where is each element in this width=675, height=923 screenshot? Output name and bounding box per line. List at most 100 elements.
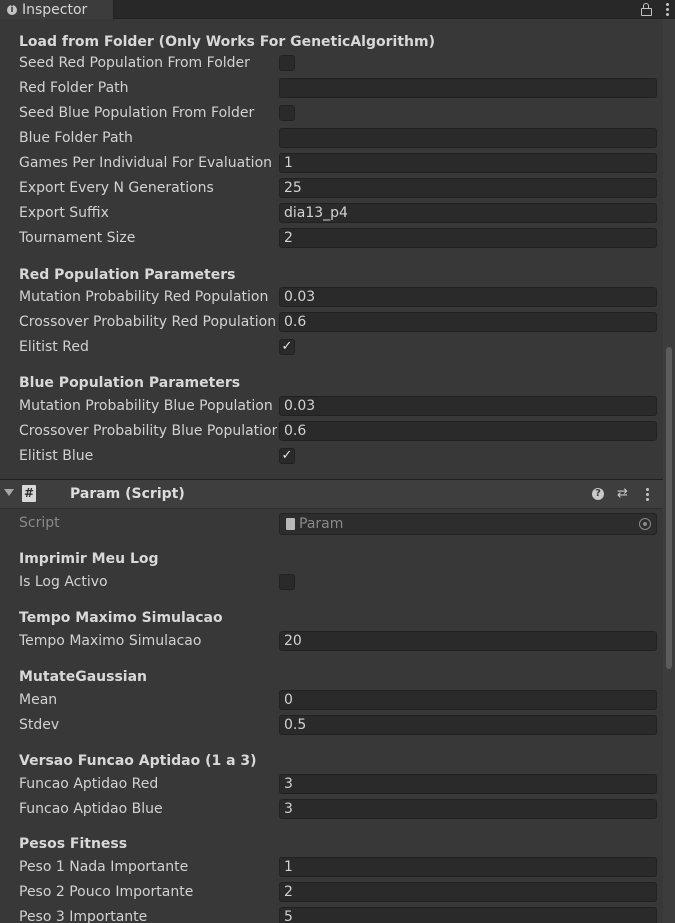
section-header-pesos: Pesos Fitness	[19, 836, 128, 852]
row-mean: Mean 0	[0, 689, 663, 711]
row-mutation-red: Mutation Probability Red Population 0.03	[0, 286, 663, 308]
aptidao-blue-label: Funcao Aptidao Blue	[19, 801, 163, 817]
peso-3-label: Peso 3 Importante	[19, 909, 148, 923]
games-per-individual-field[interactable]: 1	[279, 153, 657, 173]
row-seed-red: Seed Red Population From Folder	[0, 52, 663, 74]
section-header-mutate-gaussian: MutateGaussian	[19, 669, 148, 685]
mean-field[interactable]: 0	[279, 690, 657, 710]
kebab-menu-icon[interactable]	[666, 2, 669, 16]
peso-2-label: Peso 2 Pouco Importante	[19, 884, 194, 900]
mutation-red-field[interactable]: 0.03	[279, 287, 657, 307]
component-header-param[interactable]: # Param (Script) ? ⇄	[0, 479, 663, 509]
section-header-tempo: Tempo Maximo Simulacao	[19, 610, 223, 626]
object-picker-icon[interactable]	[639, 518, 651, 530]
aptidao-red-label: Funcao Aptidao Red	[19, 776, 159, 792]
section-header-log: Imprimir Meu Log	[19, 551, 159, 567]
component-menu-icon[interactable]	[646, 488, 649, 501]
section-header-versao: Versao Funcao Aptidao (1 a 3)	[19, 753, 257, 769]
peso-1-field[interactable]: 1	[279, 857, 657, 877]
games-per-individual-label: Games Per Individual For Evaluation	[19, 155, 273, 171]
script-label: Script	[19, 515, 60, 531]
row-stdev: Stdev 0.5	[0, 714, 663, 736]
tab-inspector[interactable]: i Inspector	[0, 0, 114, 19]
crossover-blue-field[interactable]: 0.6	[279, 421, 657, 441]
mutation-red-label: Mutation Probability Red Population	[19, 289, 269, 305]
info-icon: i	[7, 4, 17, 15]
mutation-blue-label: Mutation Probability Blue Population	[19, 398, 273, 414]
row-aptidao-red: Funcao Aptidao Red 3	[0, 773, 663, 795]
tournament-size-field[interactable]: 2	[279, 228, 657, 248]
red-folder-path-field[interactable]	[279, 78, 657, 98]
stdev-field[interactable]: 0.5	[279, 715, 657, 735]
tempo-field[interactable]: 20	[279, 631, 657, 651]
elitist-blue-checkbox[interactable]: ✓	[279, 448, 295, 464]
aptidao-red-field[interactable]: 3	[279, 774, 657, 794]
row-tournament-size: Tournament Size 2	[0, 227, 663, 249]
row-peso-2: Peso 2 Pouco Importante 2	[0, 881, 663, 903]
crossover-red-field[interactable]: 0.6	[279, 312, 657, 332]
export-suffix-field[interactable]: dia13_p4	[279, 203, 657, 223]
foldout-arrow-icon[interactable]	[4, 489, 14, 496]
tempo-label: Tempo Maximo Simulacao	[19, 633, 202, 649]
row-crossover-blue: Crossover Probability Blue Population 0.…	[0, 420, 663, 442]
export-every-field[interactable]: 25	[279, 178, 657, 198]
export-every-label: Export Every N Generations	[19, 180, 214, 196]
row-elitist-red: Elitist Red ✓	[0, 336, 663, 358]
elitist-red-label: Elitist Red	[19, 339, 89, 355]
lock-icon[interactable]	[641, 3, 652, 16]
row-log-active: Is Log Activo	[0, 571, 663, 593]
script-file-icon	[286, 518, 295, 530]
peso-2-field[interactable]: 2	[279, 882, 657, 902]
row-seed-blue: Seed Blue Population From Folder	[0, 102, 663, 124]
crossover-blue-label: Crossover Probability Blue Population	[19, 423, 277, 439]
log-active-checkbox[interactable]	[279, 574, 295, 590]
section-header-red-population: Red Population Parameters	[19, 267, 236, 283]
row-peso-1: Peso 1 Nada Importante 1	[0, 856, 663, 878]
vertical-scrollbar[interactable]	[663, 19, 675, 923]
row-peso-3: Peso 3 Importante 5	[0, 906, 663, 923]
tournament-size-label: Tournament Size	[19, 230, 136, 246]
row-red-path: Red Folder Path	[0, 77, 663, 99]
section-header-blue-population: Blue Population Parameters	[19, 375, 241, 391]
peso-3-field[interactable]: 5	[279, 907, 657, 923]
tab-actions	[641, 0, 669, 18]
row-crossover-red: Crossover Probability Red Population 0.6	[0, 311, 663, 333]
seed-red-checkbox[interactable]	[279, 55, 295, 71]
mutation-blue-field[interactable]: 0.03	[279, 396, 657, 416]
row-export-suffix: Export Suffix dia13_p4	[0, 202, 663, 224]
tab-title: Inspector	[22, 1, 88, 18]
blue-folder-path-field[interactable]	[279, 128, 657, 148]
inspector-content: Load from Folder (Only Works For Genetic…	[0, 19, 663, 923]
aptidao-blue-field[interactable]: 3	[279, 799, 657, 819]
red-folder-path-label: Red Folder Path	[19, 80, 129, 96]
help-icon[interactable]: ?	[592, 488, 604, 500]
row-mutation-blue: Mutation Probability Blue Population 0.0…	[0, 395, 663, 417]
stdev-label: Stdev	[19, 717, 60, 733]
row-aptidao-blue: Funcao Aptidao Blue 3	[0, 798, 663, 820]
crossover-red-label: Crossover Probability Red Population	[19, 314, 277, 330]
export-suffix-label: Export Suffix	[19, 205, 109, 221]
mean-label: Mean	[19, 692, 58, 708]
row-export-every: Export Every N Generations 25	[0, 177, 663, 199]
scrollbar-thumb[interactable]	[666, 347, 672, 669]
seed-red-label: Seed Red Population From Folder	[19, 55, 250, 71]
log-active-label: Is Log Activo	[19, 574, 108, 590]
peso-1-label: Peso 1 Nada Importante	[19, 859, 189, 875]
script-object-field[interactable]: Param	[279, 513, 657, 535]
row-elitist-blue: Elitist Blue ✓	[0, 445, 663, 467]
section-header-load-folder: Load from Folder (Only Works For Genetic…	[19, 34, 435, 50]
elitist-red-checkbox[interactable]: ✓	[279, 339, 295, 355]
row-games-per-individual: Games Per Individual For Evaluation 1	[0, 152, 663, 174]
tab-bar: i Inspector	[0, 0, 675, 19]
seed-blue-checkbox[interactable]	[279, 105, 295, 121]
script-icon: #	[22, 485, 36, 502]
presets-icon[interactable]: ⇄	[617, 486, 628, 502]
row-blue-path: Blue Folder Path	[0, 127, 663, 149]
component-title: Param (Script)	[70, 486, 185, 502]
row-tempo: Tempo Maximo Simulacao 20	[0, 630, 663, 652]
elitist-blue-label: Elitist Blue	[19, 448, 94, 464]
script-object-name: Param	[299, 516, 344, 532]
seed-blue-label: Seed Blue Population From Folder	[19, 105, 255, 121]
row-script: Script Param	[0, 512, 663, 535]
blue-folder-path-label: Blue Folder Path	[19, 130, 133, 146]
